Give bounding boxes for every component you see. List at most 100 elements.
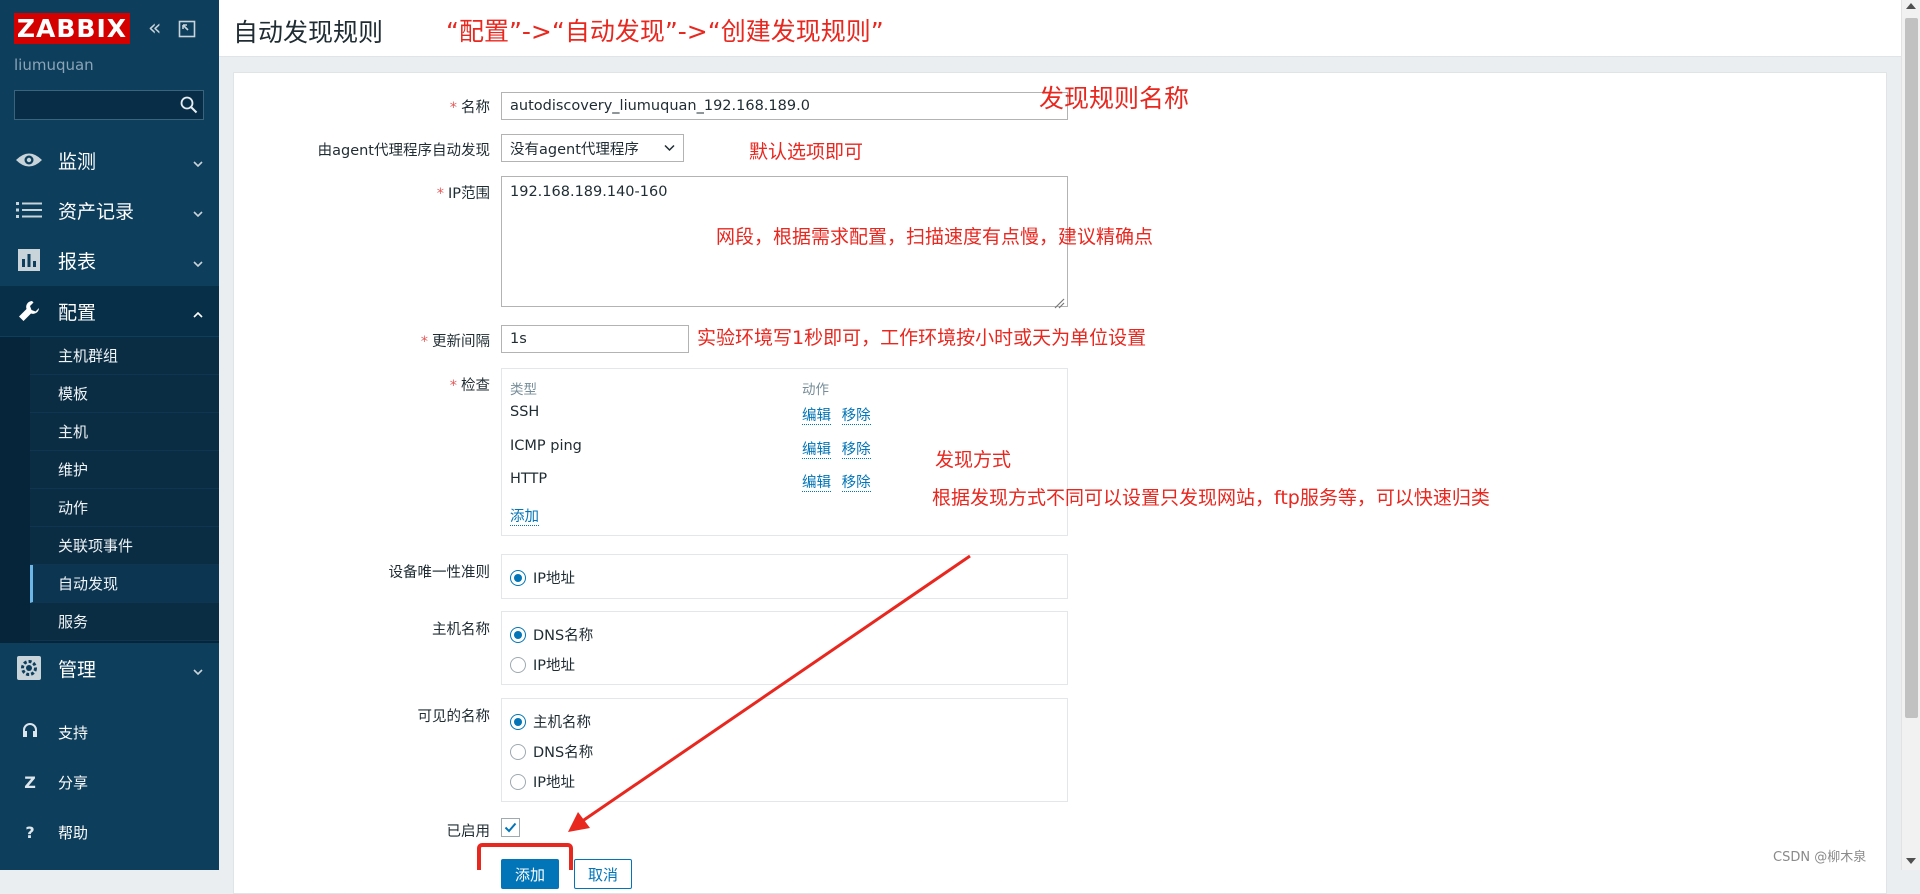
- menu-reports[interactable]: 报表: [0, 235, 219, 285]
- enabled-checkbox[interactable]: [501, 818, 520, 837]
- gear-icon: [15, 654, 43, 682]
- submenu-event-correlation[interactable]: 关联项事件: [30, 527, 219, 565]
- username-label: liumuquan: [14, 56, 94, 74]
- check-edit-link[interactable]: 编辑: [802, 475, 831, 492]
- sidebar-search-input[interactable]: [14, 90, 204, 120]
- check-remove-link[interactable]: 移除: [841, 442, 871, 459]
- chevron-down-icon: [193, 660, 203, 676]
- radio-dot: [510, 569, 526, 586]
- checks-header-type: 类型: [510, 382, 537, 398]
- annotation-navigation-path: “配置”->“自动发现”->“创建发现规则”: [446, 17, 884, 46]
- submenu-templates[interactable]: 模板: [30, 375, 219, 413]
- menu-inventory[interactable]: 资产记录: [0, 185, 219, 235]
- update-interval-label: * 更新间隔: [420, 334, 490, 350]
- chevron-up-icon: [193, 303, 203, 318]
- kiosk-mode-icon[interactable]: [178, 20, 196, 38]
- menu-configuration[interactable]: 配置: [0, 286, 219, 336]
- radio-hostname-ip[interactable]: IP地址: [510, 654, 575, 675]
- scroll-down-arrow-icon[interactable]: [1906, 858, 1916, 864]
- check-edit-link[interactable]: 编辑: [802, 408, 831, 425]
- help-label: 帮助: [58, 823, 89, 842]
- submenu-services[interactable]: 服务: [30, 603, 219, 641]
- chevron-down-icon: [193, 202, 203, 218]
- ip-range-value: 192.168.189.140-160: [510, 184, 668, 200]
- bar-chart-icon: [15, 246, 43, 274]
- update-interval-input[interactable]: 1s: [501, 325, 689, 353]
- check-type-http: HTTP: [510, 471, 548, 487]
- checks-add-link[interactable]: 添加: [510, 505, 539, 526]
- visible-name-radio-group: 主机名称 DNS名称 IP地址: [501, 698, 1068, 802]
- help-icon: ?: [25, 822, 35, 842]
- watermark: CSDN @柳木泉: [1773, 850, 1867, 865]
- uniqueness-radio-group: IP地址: [501, 554, 1068, 599]
- scroll-up-arrow-icon[interactable]: [1906, 3, 1916, 9]
- menu-administration[interactable]: 管理: [0, 643, 219, 693]
- cancel-button[interactable]: 取消: [574, 859, 632, 889]
- submenu-actions[interactable]: 动作: [30, 489, 219, 527]
- checks-label: * 检查: [449, 378, 490, 394]
- annotation-method-desc: 根据发现方式不同可以设置只发现网站，ftp服务等，可以快速归类: [932, 487, 1490, 509]
- help-link[interactable]: ? 帮助: [0, 812, 219, 852]
- collapse-sidebar-icon[interactable]: «: [148, 18, 168, 40]
- annotation-default-option: 默认选项即可: [749, 141, 864, 163]
- chevron-down-icon: [664, 140, 675, 156]
- radio-visible-dns[interactable]: DNS名称: [510, 741, 593, 762]
- hostname-radio-group: DNS名称 IP地址: [501, 611, 1068, 685]
- radio-uniqueness-ip[interactable]: IP地址: [510, 567, 575, 588]
- share-icon: Z: [24, 772, 36, 792]
- name-input[interactable]: autodiscovery_liumuquan_192.168.189.0: [501, 92, 1068, 120]
- support-label: 支持: [58, 723, 89, 742]
- submenu-discovery[interactable]: 自动发现: [30, 565, 219, 603]
- submenu-hosts[interactable]: 主机: [30, 413, 219, 451]
- check-actions: 编辑 移除: [802, 438, 871, 459]
- annotation-ip-range: 网段，根据需求配置，扫描速度有点慢，建议精确点: [716, 226, 1154, 248]
- check-actions: 编辑 移除: [802, 471, 871, 492]
- check-type-ssh: SSH: [510, 404, 540, 420]
- submenu-maintenance[interactable]: 维护: [30, 451, 219, 489]
- add-button[interactable]: 添加: [501, 859, 559, 889]
- name-label: * 名称: [449, 100, 490, 116]
- menu-label: 配置: [58, 301, 97, 324]
- chevron-down-icon: [193, 252, 203, 268]
- ip-range-label: * IP范围: [436, 186, 490, 202]
- radio-dot: [510, 743, 526, 760]
- radio-dot: [510, 713, 526, 730]
- resize-handle-icon[interactable]: [1054, 294, 1065, 309]
- share-link[interactable]: Z 分享: [0, 762, 219, 802]
- submenu-host-groups[interactable]: 主机群组: [30, 337, 219, 375]
- annotation-method-title: 发现方式: [935, 449, 1012, 471]
- enabled-label: 已启用: [446, 824, 491, 840]
- checks-header-action: 动作: [802, 382, 829, 398]
- proxy-select-value: 没有agent代理程序: [510, 141, 639, 158]
- check-type-icmp: ICMP ping: [510, 438, 582, 454]
- radio-visible-hostname[interactable]: 主机名称: [510, 711, 591, 732]
- scrollbar-thumb[interactable]: [1905, 18, 1918, 718]
- radio-visible-ip[interactable]: IP地址: [510, 771, 575, 792]
- radio-dot: [510, 773, 526, 790]
- headset-icon: [20, 722, 40, 742]
- menu-label: 报表: [58, 250, 97, 273]
- support-link[interactable]: 支持: [0, 712, 219, 752]
- menu-monitoring[interactable]: 监测: [0, 135, 219, 185]
- radio-dot: [510, 626, 526, 643]
- configuration-submenu: 主机群组 模板 主机 维护 动作 关联项事件 自动发现 服务: [0, 337, 219, 643]
- uniqueness-label: 设备唯一性准则: [388, 565, 491, 581]
- menu-label: 管理: [58, 658, 97, 681]
- page-scrollbar[interactable]: [1901, 0, 1920, 870]
- check-edit-link[interactable]: 编辑: [802, 442, 831, 459]
- annotation-interval: 实验环境写1秒即可，工作环境按小时或天为单位设置: [697, 327, 1147, 349]
- zabbix-logo[interactable]: ZABBIX: [14, 13, 130, 44]
- radio-hostname-dns[interactable]: DNS名称: [510, 624, 593, 645]
- proxy-select[interactable]: 没有agent代理程序: [501, 134, 684, 162]
- check-actions: 编辑 移除: [802, 404, 871, 425]
- page-title: 自动发现规则: [233, 18, 384, 47]
- check-remove-link[interactable]: 移除: [841, 475, 871, 492]
- proxy-label: 由agent代理程序自动发现: [317, 143, 490, 159]
- menu-label: 资产记录: [58, 200, 135, 223]
- search-icon[interactable]: [180, 96, 198, 114]
- wrench-icon: [15, 297, 43, 325]
- list-icon: [15, 196, 43, 224]
- annotation-rule-name: 发现规则名称: [1039, 84, 1190, 113]
- check-remove-link[interactable]: 移除: [841, 408, 871, 425]
- radio-dot: [510, 656, 526, 673]
